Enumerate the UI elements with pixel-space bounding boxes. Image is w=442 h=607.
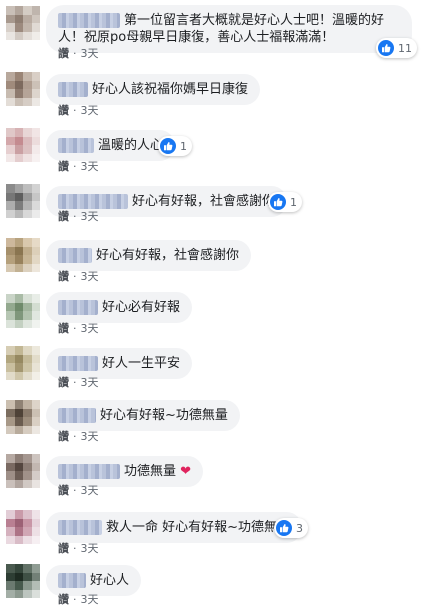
- like-link[interactable]: 讚: [58, 484, 69, 497]
- reaction-number: 11: [398, 41, 412, 55]
- comment-bubble: 第一位留言者大概就是好心人士吧！溫暖的好人！祝原po母親早日康復，善心人士福報滿…: [46, 5, 412, 53]
- comment-bubble: 好心有好報，社會感謝你: [46, 240, 252, 271]
- reaction-count[interactable]: 1: [268, 192, 302, 212]
- commenter-name[interactable]: [58, 82, 88, 97]
- reaction-number: 3: [296, 521, 303, 535]
- commenter-name[interactable]: [58, 138, 94, 153]
- timestamp[interactable]: 3天: [81, 322, 99, 335]
- like-icon: [270, 194, 286, 210]
- avatar[interactable]: [6, 400, 40, 434]
- like-link[interactable]: 讚: [58, 160, 69, 173]
- like-link[interactable]: 讚: [58, 322, 69, 335]
- commenter-name[interactable]: [58, 248, 92, 263]
- comment-text: 好心人該祝福你媽早日康復: [92, 82, 249, 97]
- commenter-name[interactable]: [58, 408, 96, 423]
- avatar[interactable]: [6, 184, 40, 218]
- comment-bubble: 好人一生平安: [46, 348, 193, 379]
- comment-text: 功德無量: [124, 464, 177, 479]
- comment-bubble: 救人一命 好心有好報~功德無量: [46, 512, 303, 543]
- timestamp[interactable]: 3天: [81, 542, 99, 555]
- comment-text: 好心有好報，社會感謝你: [96, 248, 240, 263]
- avatar[interactable]: [6, 72, 40, 106]
- like-link[interactable]: 讚: [58, 47, 69, 60]
- reaction-count[interactable]: 3: [274, 518, 308, 538]
- avatar[interactable]: [6, 6, 40, 40]
- comment-bubble: 好心人該祝福你媽早日康復: [46, 74, 261, 105]
- commenter-name[interactable]: [58, 573, 86, 588]
- commenter-name[interactable]: [58, 13, 120, 28]
- comment-text: 溫暖的人心: [98, 138, 164, 153]
- comment-bubble: 溫暖的人心: [46, 130, 176, 161]
- commenter-name[interactable]: [58, 356, 98, 371]
- timestamp[interactable]: 3天: [81, 593, 99, 606]
- comment-meta: 讚 · 3天: [58, 160, 99, 173]
- reaction-count[interactable]: 1: [158, 136, 192, 156]
- commenter-name[interactable]: [58, 520, 102, 535]
- like-icon: [160, 138, 176, 154]
- avatar[interactable]: [6, 128, 40, 162]
- reaction-count[interactable]: 11: [376, 38, 417, 58]
- like-link[interactable]: 讚: [58, 210, 69, 223]
- comment-meta: 讚 · 3天: [58, 322, 99, 335]
- like-link[interactable]: 讚: [58, 593, 69, 606]
- commenter-name[interactable]: [58, 194, 128, 209]
- avatar[interactable]: [6, 454, 40, 488]
- comment-meta: 讚 · 3天: [58, 593, 99, 606]
- like-icon: [378, 40, 394, 56]
- timestamp[interactable]: 3天: [81, 430, 99, 443]
- commenter-name[interactable]: [58, 464, 120, 479]
- like-icon: [276, 520, 292, 536]
- timestamp[interactable]: 3天: [81, 484, 99, 497]
- comment-meta: 讚 · 3天: [58, 210, 99, 223]
- comment-text: 好人一生平安: [102, 356, 181, 371]
- comment-text: 好心有好報，社會感謝你: [132, 194, 276, 209]
- comment-bubble: 好心人: [46, 565, 142, 596]
- avatar[interactable]: [6, 346, 40, 380]
- comment-bubble: 好心必有好報: [46, 292, 193, 323]
- comment-meta: 讚 · 3天: [58, 47, 99, 60]
- comment-bubble: 好心有好報~功德無量: [46, 400, 240, 431]
- comment-text: 好心人: [90, 573, 130, 588]
- like-link[interactable]: 讚: [58, 270, 69, 283]
- like-link[interactable]: 讚: [58, 376, 69, 389]
- like-link[interactable]: 讚: [58, 104, 69, 117]
- timestamp[interactable]: 3天: [81, 160, 99, 173]
- avatar[interactable]: [6, 238, 40, 272]
- timestamp[interactable]: 3天: [81, 104, 99, 117]
- comment-meta: 讚 · 3天: [58, 430, 99, 443]
- comment-meta: 讚 · 3天: [58, 542, 99, 555]
- comment-meta: 讚 · 3天: [58, 270, 99, 283]
- timestamp[interactable]: 3天: [81, 376, 99, 389]
- comment-text: 好心必有好報: [102, 300, 181, 315]
- reaction-number: 1: [290, 195, 297, 209]
- comment-bubble: 功德無量 ❤: [46, 456, 204, 487]
- like-link[interactable]: 讚: [58, 430, 69, 443]
- reaction-number: 1: [180, 139, 187, 153]
- timestamp[interactable]: 3天: [81, 47, 99, 60]
- comment-text: 好心有好報~功德無量: [100, 408, 228, 423]
- avatar[interactable]: [6, 564, 40, 598]
- avatar[interactable]: [6, 510, 40, 544]
- comment-text: 救人一命 好心有好報~功德無量: [106, 520, 291, 535]
- avatar[interactable]: [6, 294, 40, 328]
- heart-emoji-icon: ❤: [180, 464, 192, 479]
- comment-meta: 讚 · 3天: [58, 484, 99, 497]
- commenter-name[interactable]: [58, 300, 98, 315]
- timestamp[interactable]: 3天: [81, 270, 99, 283]
- comment-meta: 讚 · 3天: [58, 376, 99, 389]
- timestamp[interactable]: 3天: [81, 210, 99, 223]
- comment-meta: 讚 · 3天: [58, 104, 99, 117]
- like-link[interactable]: 讚: [58, 542, 69, 555]
